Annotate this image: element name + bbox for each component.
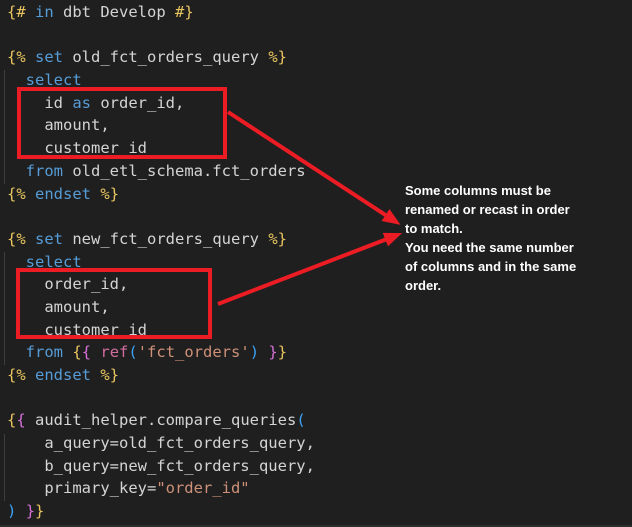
code-line: id as order_id, [7, 92, 315, 115]
note-line: of columns and in the same [405, 257, 595, 276]
code-line: from {{ ref('fct_orders') }} [7, 341, 315, 364]
code-line: {{ audit_helper.compare_queries( [7, 409, 315, 432]
code-line: {# in dbt Develop #} [7, 1, 315, 24]
code-line: {% set new_fct_orders_query %} [7, 228, 315, 251]
note-line: renamed or recast in order [405, 200, 595, 219]
code-line: a_query=old_fct_orders_query, [7, 432, 315, 455]
code-line: primary_key="order_id" [7, 477, 315, 500]
indent-guide [4, 434, 5, 501]
code-line: {% endset %} [7, 183, 315, 206]
note-line: Some columns must be [405, 181, 595, 200]
code-line: b_query=new_fct_orders_query, [7, 455, 315, 478]
code-line: customer_id [7, 137, 315, 160]
note-line: to match. [405, 219, 595, 238]
code-editor: {# in dbt Develop #} {% set old_fct_orde… [0, 0, 632, 527]
note-line: order. [405, 276, 595, 295]
code-line [7, 24, 315, 47]
code-line: select [7, 69, 315, 92]
indent-guide [4, 70, 5, 184]
code-area[interactable]: {# in dbt Develop #} {% set old_fct_orde… [7, 1, 315, 523]
code-line: customer_id [7, 319, 315, 342]
code-line: amount, [7, 296, 315, 319]
indent-guide [4, 252, 5, 365]
code-line: select [7, 251, 315, 274]
code-line: amount, [7, 114, 315, 137]
code-line: order_id, [7, 273, 315, 296]
note-line: You need the same number [405, 238, 595, 257]
code-line: from old_etl_schema.fct_orders [7, 160, 315, 183]
code-line [7, 205, 315, 228]
code-line: ) }} [7, 500, 315, 523]
code-line: {% endset %} [7, 364, 315, 387]
annotation-note: Some columns must be renamed or recast i… [405, 181, 595, 295]
code-line [7, 387, 315, 410]
code-line: {% set old_fct_orders_query %} [7, 46, 315, 69]
